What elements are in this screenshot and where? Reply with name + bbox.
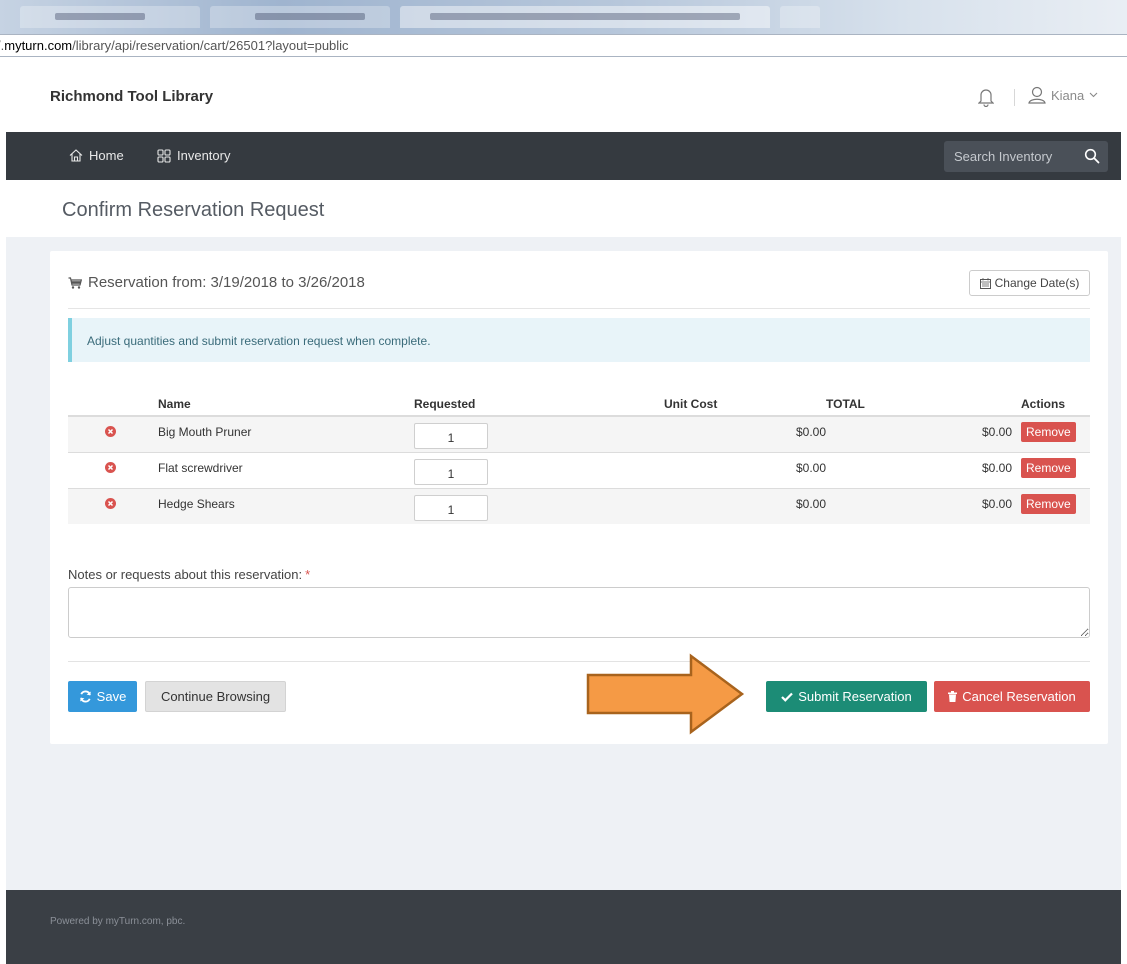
- unit-cost: $0.00: [664, 487, 826, 524]
- remove-circle-icon[interactable]: [105, 461, 116, 473]
- change-dates-button[interactable]: Change Date(s): [969, 270, 1090, 296]
- quantity-input[interactable]: [414, 494, 488, 521]
- save-label: Save: [96, 689, 127, 704]
- browser-tab-strip: [0, 0, 1127, 34]
- reservation-heading: Reservation from: 3/19/2018 to 3/26/2018: [68, 274, 365, 291]
- header-name: Name: [158, 393, 414, 417]
- home-icon: [69, 149, 83, 162]
- item-name: Flat screwdriver: [158, 451, 414, 488]
- url-text: /.myturn.com/library/api/reservation/car…: [0, 38, 349, 53]
- nav-inventory-label: Inventory: [177, 148, 231, 163]
- unit-cost: $0.00: [664, 415, 826, 452]
- calendar-icon: [979, 277, 991, 289]
- nav-home[interactable]: Home: [69, 148, 124, 163]
- cancel-label: Cancel Reservation: [962, 689, 1076, 704]
- continue-browsing-button[interactable]: Continue Browsing: [145, 681, 286, 712]
- header-total: TOTAL: [826, 393, 1012, 417]
- change-dates-label: Change Date(s): [994, 276, 1080, 290]
- table-row: Flat screwdriver $0.00 $0.00 Remove: [68, 451, 1090, 488]
- submit-reservation-button[interactable]: Submit Reservation: [766, 681, 927, 712]
- remove-button[interactable]: Remove: [1021, 493, 1076, 514]
- chevron-down-icon: [1089, 92, 1098, 98]
- cancel-reservation-button[interactable]: Cancel Reservation: [934, 681, 1090, 712]
- grid-icon: [157, 148, 171, 163]
- page-footer: Powered by myTurn.com, pbc.: [6, 890, 1121, 964]
- remove-button[interactable]: Remove: [1021, 457, 1076, 478]
- nav-home-label: Home: [89, 148, 124, 163]
- header-actions: Actions: [1012, 393, 1090, 417]
- table-header-row: Name Requested Unit Cost TOTAL Actions: [68, 393, 1090, 417]
- header-requested: Requested: [414, 393, 664, 417]
- search-box: [944, 141, 1108, 172]
- nav-inventory[interactable]: Inventory: [157, 148, 230, 163]
- refresh-icon: [79, 690, 91, 703]
- arrow-right-icon: [586, 653, 745, 735]
- divider: [68, 308, 1090, 309]
- required-mark: *: [305, 567, 311, 582]
- reservation-card: Reservation from: 3/19/2018 to 3/26/2018…: [50, 251, 1108, 744]
- address-bar[interactable]: /.myturn.com/library/api/reservation/car…: [0, 34, 1127, 57]
- search-input[interactable]: [954, 149, 1072, 164]
- notes-label: Notes or requests about this reservation…: [68, 567, 311, 582]
- bell-icon[interactable]: [978, 87, 994, 107]
- new-tab-button[interactable]: [780, 6, 820, 28]
- line-total: $0.00: [826, 415, 1012, 452]
- user-icon: [1028, 86, 1046, 104]
- user-menu[interactable]: Kiana: [1028, 86, 1098, 104]
- table-row: Hedge Shears $0.00 $0.00 Remove: [68, 487, 1090, 524]
- remove-circle-icon[interactable]: [105, 497, 116, 509]
- quantity-input[interactable]: [414, 458, 488, 485]
- line-total: $0.00: [826, 487, 1012, 524]
- footer-text[interactable]: Powered by myTurn.com, pbc.: [50, 916, 185, 927]
- remove-circle-icon[interactable]: [105, 426, 116, 437]
- url-path: /library/api/reservation/cart/26501?layo…: [72, 38, 349, 53]
- submit-label: Submit Reservation: [798, 689, 912, 704]
- check-icon: [781, 692, 794, 702]
- page-title: Confirm Reservation Request: [62, 199, 325, 221]
- trash-icon: [948, 691, 958, 702]
- browser-tab-blurred-label: [55, 13, 145, 20]
- save-button[interactable]: Save: [68, 681, 137, 712]
- browser-tab-blurred-label: [255, 13, 365, 20]
- header-separator: [1014, 89, 1015, 106]
- url-host: myturn.com: [4, 38, 73, 53]
- notes-textarea[interactable]: [68, 587, 1090, 638]
- item-name: Big Mouth Pruner: [158, 415, 414, 452]
- remove-button[interactable]: Remove: [1021, 422, 1076, 442]
- unit-cost: $0.00: [664, 451, 826, 488]
- search-icon[interactable]: [1084, 148, 1100, 164]
- info-alert: Adjust quantities and submit reservation…: [68, 318, 1090, 362]
- quantity-input[interactable]: [414, 423, 488, 449]
- item-name: Hedge Shears: [158, 487, 414, 524]
- header-remove-col: [68, 393, 158, 417]
- reservation-items-table: Name Requested Unit Cost TOTAL Actions B…: [68, 393, 1090, 524]
- main-navbar: Home Inventory: [6, 132, 1121, 180]
- table-row: Big Mouth Pruner $0.00 $0.00 Remove: [68, 415, 1090, 452]
- cart-icon: [68, 276, 82, 289]
- reservation-dates: Reservation from: 3/19/2018 to 3/26/2018: [88, 274, 365, 291]
- line-total: $0.00: [826, 451, 1012, 488]
- brand-name[interactable]: Richmond Tool Library: [50, 88, 213, 105]
- divider: [68, 661, 1090, 662]
- user-name: Kiana: [1051, 87, 1085, 103]
- header-unit-cost: Unit Cost: [664, 393, 826, 417]
- browser-tab-blurred-label: [430, 13, 740, 20]
